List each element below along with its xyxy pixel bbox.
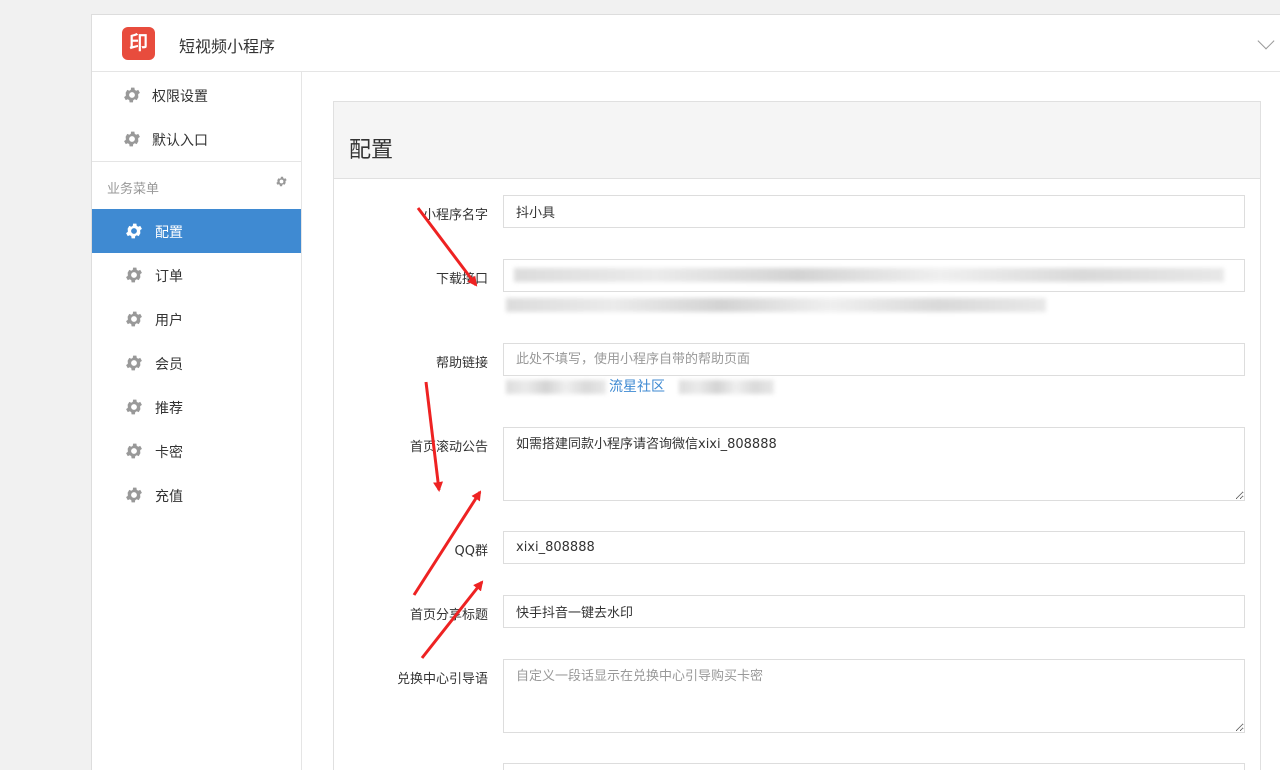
gear-icon[interactable] xyxy=(275,175,288,188)
gear-icon xyxy=(126,267,142,283)
help-link-input[interactable] xyxy=(503,343,1245,376)
gear-icon xyxy=(124,131,140,147)
sidebar-item-label: 默认入口 xyxy=(152,133,208,149)
app-frame: 印 短视频小程序 权限设置 默认入口 业务菜单 配置 订单 用户 会员 推荐 卡… xyxy=(91,14,1280,770)
scroll-notice-textarea[interactable]: 如需搭建同款小程序请咨询微信xixi_808888 xyxy=(503,427,1245,501)
field-label-download: 下载接口 xyxy=(435,272,488,287)
redacted-note xyxy=(506,380,606,394)
sidebar: 权限设置 默认入口 业务菜单 配置 订单 用户 会员 推荐 卡密 充值 xyxy=(92,72,302,770)
app-logo: 印 xyxy=(122,27,155,60)
page-title: 配置 xyxy=(349,138,394,163)
field-label-name: 小程序名字 xyxy=(422,208,488,223)
sidebar-section-label: 业务菜单 xyxy=(107,182,160,197)
main-content: 配置 小程序名字 下载接口 帮助链接 流星社区 首页滚动公告 如需搭建同款小程序… xyxy=(303,72,1280,770)
next-field-input[interactable] xyxy=(503,763,1245,770)
gear-icon xyxy=(126,399,142,415)
redacted-note xyxy=(679,380,774,394)
field-label-share-title: 首页分享标题 xyxy=(409,608,488,623)
share-title-input[interactable] xyxy=(503,595,1245,628)
divider xyxy=(92,161,301,162)
gear-icon xyxy=(126,487,142,503)
gear-icon xyxy=(126,443,142,459)
top-bar: 印 短视频小程序 xyxy=(92,15,1280,72)
panel-header: 配置 xyxy=(334,102,1260,179)
field-label-help: 帮助链接 xyxy=(435,356,488,371)
sidebar-item-label: 推荐 xyxy=(155,401,183,417)
gear-icon xyxy=(126,355,142,371)
sidebar-item-card-keys[interactable]: 卡密 xyxy=(92,429,301,473)
sidebar-item-referral[interactable]: 推荐 xyxy=(92,385,301,429)
gear-icon xyxy=(126,223,142,239)
sidebar-item-recharge[interactable]: 充值 xyxy=(92,473,301,517)
sidebar-item-label: 用户 xyxy=(155,313,183,329)
redacted-text xyxy=(514,268,1224,282)
sidebar-item-label: 配置 xyxy=(155,225,183,241)
miniapp-name-input[interactable] xyxy=(503,195,1245,228)
sidebar-item-orders[interactable]: 订单 xyxy=(92,253,301,297)
sidebar-item-config[interactable]: 配置 xyxy=(92,209,301,253)
qq-group-input[interactable] xyxy=(503,531,1245,564)
sidebar-item-permissions[interactable]: 权限设置 xyxy=(92,73,301,117)
redacted-note xyxy=(506,298,1046,312)
sidebar-item-label: 充值 xyxy=(155,489,183,505)
sidebar-item-label: 订单 xyxy=(155,269,183,285)
field-label-notice: 首页滚动公告 xyxy=(409,440,488,455)
field-label-redeem-guide: 兑换中心引导语 xyxy=(396,672,488,687)
config-panel: 配置 小程序名字 下载接口 帮助链接 流星社区 首页滚动公告 如需搭建同款小程序… xyxy=(333,101,1261,770)
sidebar-item-label: 会员 xyxy=(155,357,183,373)
sidebar-item-members[interactable]: 会员 xyxy=(92,341,301,385)
sidebar-item-users[interactable]: 用户 xyxy=(92,297,301,341)
sidebar-item-label: 权限设置 xyxy=(152,89,208,105)
gear-icon xyxy=(126,311,142,327)
app-title: 短视频小程序 xyxy=(179,37,276,56)
chevron-down-icon[interactable] xyxy=(1257,32,1275,50)
sidebar-item-default-entry[interactable]: 默认入口 xyxy=(92,117,301,161)
community-link[interactable]: 流星社区 xyxy=(609,376,665,396)
gear-icon xyxy=(124,87,140,103)
sidebar-item-label: 卡密 xyxy=(155,445,183,461)
field-label-qq: QQ群 xyxy=(454,544,488,559)
download-api-input[interactable] xyxy=(503,259,1245,292)
redeem-guide-textarea[interactable] xyxy=(503,659,1245,733)
